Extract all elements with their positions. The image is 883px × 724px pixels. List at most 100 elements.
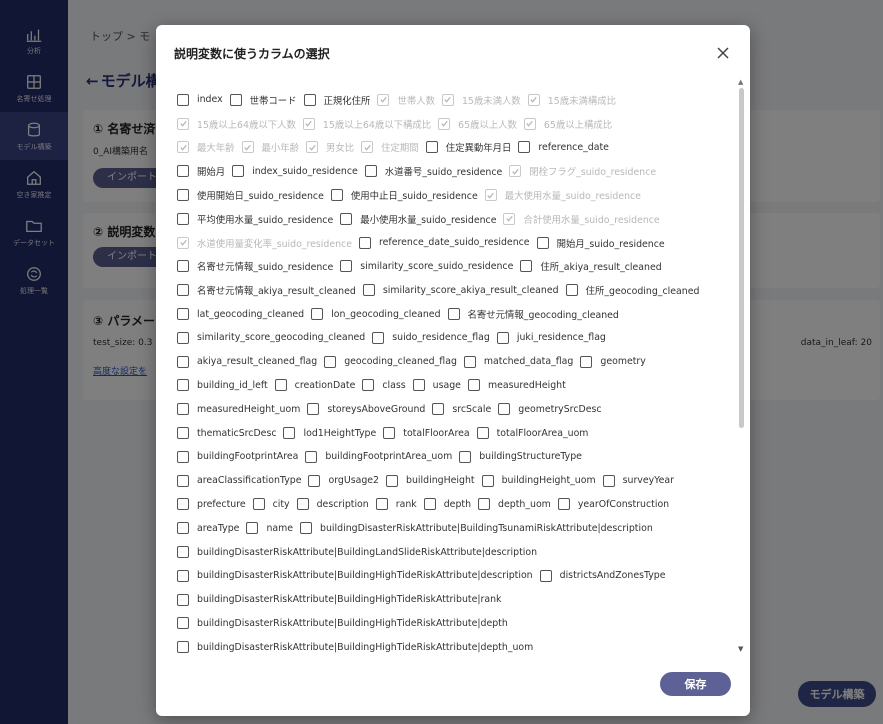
column-checkbox[interactable]: buildingFootprintArea_uom (305, 450, 452, 463)
checkbox-unchecked-icon[interactable] (362, 379, 375, 392)
checkbox-unchecked-icon[interactable] (518, 141, 531, 154)
checkbox-unchecked-icon[interactable] (372, 331, 385, 344)
column-checkbox[interactable]: 開始月_suido_residence (536, 236, 665, 250)
checkbox-unchecked-icon[interactable] (423, 498, 436, 511)
column-checkbox[interactable]: city (252, 498, 290, 511)
checkbox-unchecked-icon[interactable] (232, 165, 245, 178)
checkbox-unchecked-icon[interactable] (177, 260, 189, 273)
column-checkbox[interactable]: description (296, 498, 369, 511)
column-checkbox[interactable]: surveyYear (602, 474, 674, 487)
column-checkbox[interactable]: usage (412, 379, 461, 392)
checkbox-unchecked-icon[interactable] (177, 212, 189, 225)
checkbox-unchecked-icon[interactable] (177, 165, 189, 178)
column-checkbox[interactable]: 正規化住所 (303, 93, 370, 107)
scroll-down-icon[interactable]: ▼ (738, 645, 743, 653)
column-checkbox[interactable]: 男女比 (306, 140, 354, 154)
checkbox-unchecked-icon[interactable] (307, 403, 320, 416)
column-checkbox[interactable]: 合計使用水量_suido_residence (503, 212, 660, 226)
checkbox-checked-icon[interactable] (177, 141, 189, 154)
checkbox-unchecked-icon[interactable] (425, 141, 438, 154)
checkbox-checked-icon[interactable] (361, 141, 374, 154)
checkbox-unchecked-icon[interactable] (432, 403, 445, 416)
column-checkbox[interactable]: lon_geocoding_cleaned (311, 308, 441, 321)
column-checkbox[interactable]: buildingDisasterRiskAttribute|BuildingHi… (177, 593, 501, 606)
column-checkbox[interactable]: building_id_left (177, 379, 268, 392)
column-checkbox[interactable]: 15歳以上64歳以下人数 (177, 117, 296, 131)
checkbox-checked-icon[interactable] (306, 141, 319, 154)
checkbox-unchecked-icon[interactable] (177, 450, 189, 463)
checkbox-unchecked-icon[interactable] (412, 379, 425, 392)
checkbox-unchecked-icon[interactable] (177, 308, 189, 321)
checkbox-unchecked-icon[interactable] (246, 522, 259, 535)
column-checkbox[interactable]: 住定期間 (361, 140, 419, 154)
checkbox-unchecked-icon[interactable] (467, 379, 480, 392)
checkbox-unchecked-icon[interactable] (177, 284, 189, 297)
column-checkbox[interactable]: buildingHeight_uom (481, 474, 596, 487)
column-checkbox[interactable]: areaType (177, 522, 239, 535)
checkbox-unchecked-icon[interactable] (481, 474, 494, 487)
checkbox-unchecked-icon[interactable] (565, 284, 578, 297)
column-checkbox[interactable]: depth (423, 498, 471, 511)
checkbox-unchecked-icon[interactable] (330, 189, 343, 202)
column-checkbox[interactable]: 15歳未満人数 (441, 93, 521, 107)
checkbox-checked-icon[interactable] (503, 212, 516, 225)
checkbox-unchecked-icon[interactable] (296, 498, 309, 511)
checkbox-checked-icon[interactable] (177, 117, 189, 130)
column-checkbox[interactable]: buildingDisasterRiskAttribute|BuildingHi… (177, 641, 533, 654)
checkbox-unchecked-icon[interactable] (364, 165, 377, 178)
checkbox-unchecked-icon[interactable] (177, 427, 189, 440)
column-checkbox[interactable]: 世帯コード (229, 93, 297, 107)
column-checkbox[interactable]: srcScale (432, 403, 491, 416)
checkbox-unchecked-icon[interactable] (283, 427, 296, 440)
column-checkbox[interactable]: storeysAboveGround (307, 403, 425, 416)
column-checkbox[interactable]: 名寄せ元情報_geocoding_cleaned (447, 307, 619, 321)
checkbox-checked-icon[interactable] (509, 165, 522, 178)
checkbox-unchecked-icon[interactable] (177, 355, 189, 368)
column-checkbox[interactable]: geometrySrcDesc (498, 403, 602, 416)
checkbox-checked-icon[interactable] (377, 93, 390, 106)
column-checkbox[interactable]: similarity_score_akiya_result_cleaned (362, 284, 559, 297)
checkbox-unchecked-icon[interactable] (362, 284, 375, 297)
checkbox-unchecked-icon[interactable] (308, 474, 321, 487)
checkbox-unchecked-icon[interactable] (340, 260, 353, 273)
column-checkbox[interactable]: buildingStructureType (459, 450, 582, 463)
column-checkbox[interactable]: measuredHeight (467, 379, 566, 392)
checkbox-unchecked-icon[interactable] (358, 236, 371, 249)
column-checkbox[interactable]: lod1HeightType (283, 427, 376, 440)
checkbox-unchecked-icon[interactable] (177, 546, 189, 559)
column-checkbox[interactable]: class (362, 379, 406, 392)
checkbox-unchecked-icon[interactable] (177, 379, 189, 392)
column-checkbox[interactable]: buildingHeight (386, 474, 475, 487)
column-checkbox[interactable]: geometry (580, 355, 646, 368)
checkbox-checked-icon[interactable] (241, 141, 254, 154)
column-checkbox[interactable]: 平均使用水量_suido_residence (177, 212, 333, 226)
save-button[interactable]: 保存 (660, 672, 731, 696)
column-checkbox[interactable]: 住所_geocoding_cleaned (565, 283, 699, 297)
checkbox-checked-icon[interactable] (441, 93, 454, 106)
checkbox-unchecked-icon[interactable] (498, 403, 511, 416)
column-checkbox[interactable]: 15歳未満構成比 (527, 93, 616, 107)
column-checkbox[interactable]: buildingDisasterRiskAttribute|BuildingLa… (177, 546, 537, 559)
checkbox-unchecked-icon[interactable] (177, 641, 189, 654)
column-checkbox[interactable]: reference_date_suido_residence (358, 236, 530, 249)
column-checkbox[interactable]: 閉栓フラグ_suido_residence (509, 164, 656, 178)
column-checkbox[interactable]: name (246, 522, 293, 535)
checkbox-unchecked-icon[interactable] (311, 308, 324, 321)
checkbox-unchecked-icon[interactable] (177, 403, 189, 416)
column-checkbox[interactable]: 水道使用量変化率_suido_residence (177, 236, 352, 250)
checkbox-unchecked-icon[interactable] (177, 617, 189, 630)
column-checkbox[interactable]: areaClassificationType (177, 474, 301, 487)
checkbox-unchecked-icon[interactable] (375, 498, 388, 511)
column-checkbox[interactable]: totalFloorArea (383, 427, 470, 440)
checkbox-unchecked-icon[interactable] (177, 93, 189, 106)
column-checkbox[interactable]: similarity_score_suido_residence (340, 260, 513, 273)
column-checkbox[interactable]: reference_date (518, 141, 609, 154)
column-checkbox[interactable]: 開始月 (177, 164, 225, 178)
column-checkbox[interactable]: 住所_akiya_result_cleaned (520, 259, 662, 273)
column-checkbox[interactable]: juki_residence_flag (496, 331, 606, 344)
column-checkbox[interactable]: districtsAndZonesType (539, 569, 666, 582)
column-checkbox[interactable]: buildingDisasterRiskAttribute|BuildingTs… (300, 522, 653, 535)
column-checkbox[interactable]: yearOfConstruction (557, 498, 669, 511)
column-checkbox[interactable]: thematicSrcDesc (177, 427, 276, 440)
column-checkbox[interactable]: 名寄せ元情報_suido_residence (177, 259, 333, 273)
